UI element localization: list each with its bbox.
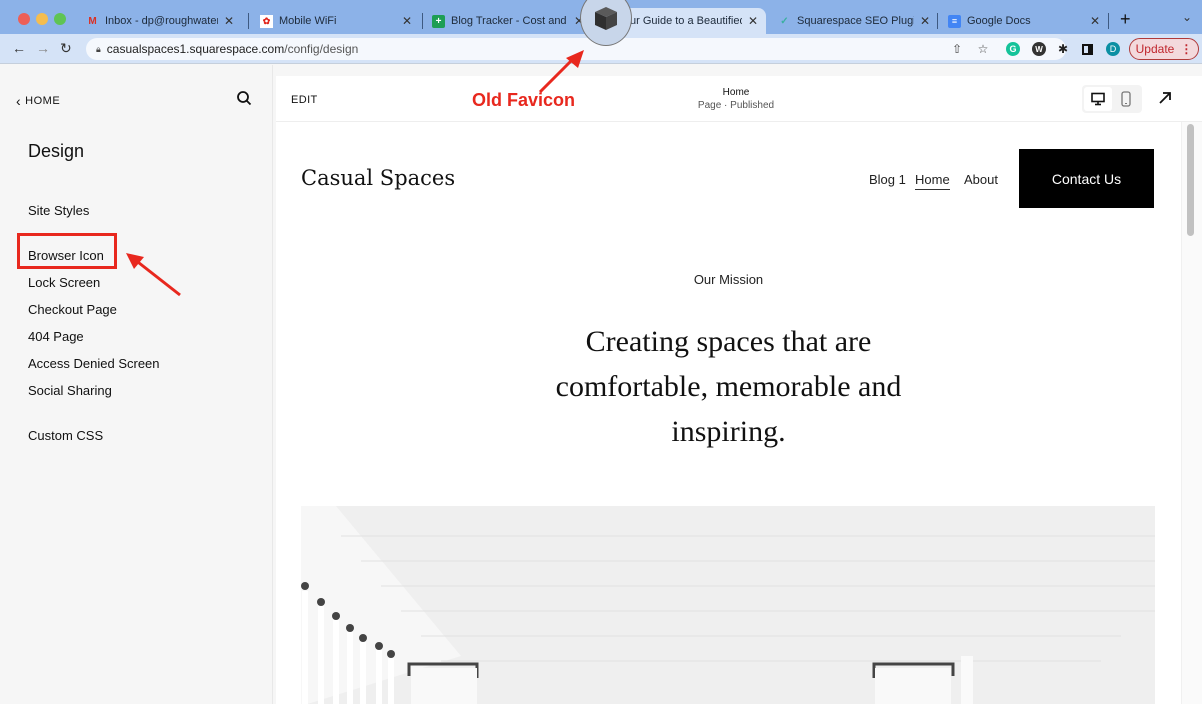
nav-link-blog[interactable]: Blog 1: [869, 172, 906, 187]
tab-separator: [248, 13, 249, 29]
scrollbar-thumb[interactable]: [1187, 124, 1194, 236]
tab-google-docs[interactable]: ≡ Google Docs ✕: [940, 8, 1108, 34]
share-icon[interactable]: ⇧: [950, 42, 964, 56]
desktop-monitor-icon: [1091, 92, 1105, 106]
bookmark-star-icon[interactable]: ☆: [976, 42, 990, 56]
preview-header: EDIT Home Page · Published: [276, 76, 1202, 122]
tab-search-chevron-icon[interactable]: ⌄: [1182, 10, 1192, 24]
mission-headline: Creating spaces that are comfortable, me…: [555, 325, 902, 448]
grammarly-extension-icon[interactable]: G: [1006, 42, 1020, 56]
hero-room-photo: [301, 506, 1155, 704]
cube-favicon-icon: [595, 7, 617, 30]
preview-scrollbar[interactable]: [1181, 122, 1202, 704]
google-sheets-icon: +: [432, 14, 445, 28]
tab-separator: [1108, 13, 1109, 29]
huawei-icon: ✿: [260, 14, 273, 28]
device-toggle: [1082, 85, 1142, 113]
forward-arrow-icon[interactable]: →: [36, 40, 50, 56]
maximize-window-button[interactable]: [54, 13, 66, 25]
close-tab-icon[interactable]: ✕: [920, 14, 930, 28]
sidebar-item-site-styles[interactable]: Site Styles: [28, 203, 89, 218]
contact-us-button[interactable]: Contact Us: [1019, 149, 1154, 208]
checkmark-icon: ✓: [780, 15, 789, 27]
mobile-phone-icon: [1121, 91, 1131, 107]
tab-separator: [937, 13, 938, 29]
tab-blog-tracker[interactable]: + Blog Tracker - Cost and Tim ✕: [424, 8, 592, 34]
update-button[interactable]: Update ⋮: [1129, 38, 1199, 60]
reload-icon[interactable]: ↻: [60, 40, 72, 57]
annotation-highlight-box: [17, 233, 117, 269]
sidebar-item-lock-screen[interactable]: Lock Screen: [28, 275, 100, 290]
page-name: Home: [722, 87, 750, 98]
profile-avatar[interactable]: D: [1106, 42, 1120, 56]
sidebar-item-404-page[interactable]: 404 Page: [28, 329, 84, 344]
expand-arrow-icon[interactable]: [1156, 89, 1174, 107]
minimize-window-button[interactable]: [36, 13, 48, 25]
tab-seo-plugin[interactable]: ✓ Squarespace SEO Plugin | ✕: [770, 8, 938, 34]
lock-icon: 🔒︎: [96, 43, 101, 54]
edit-button[interactable]: EDIT: [291, 94, 318, 106]
close-window-button[interactable]: [18, 13, 30, 25]
search-icon[interactable]: [236, 90, 252, 106]
old-favicon-annotation: Old Favicon: [472, 90, 576, 110]
close-tab-icon[interactable]: ✕: [224, 14, 234, 28]
new-tab-button[interactable]: +: [1120, 9, 1131, 30]
sidebar-title: Design: [28, 141, 85, 161]
annotation-arrow-icon: [538, 50, 584, 94]
sidebar-item-social-sharing[interactable]: Social Sharing: [28, 383, 112, 398]
mobile-view-button[interactable]: [1112, 87, 1140, 111]
sidebar-item-access-denied[interactable]: Access Denied Screen: [28, 356, 160, 371]
gmail-icon: M: [88, 15, 97, 27]
site-page: Casual Spaces Blog 1 Home About Contact …: [276, 122, 1181, 704]
back-arrow-icon[interactable]: ←: [12, 40, 26, 56]
site-logo[interactable]: Casual Spaces: [301, 166, 455, 190]
close-tab-icon[interactable]: ✕: [402, 14, 412, 28]
tab-inbox[interactable]: M Inbox - dp@roughwaterme ✕: [78, 8, 242, 34]
extensions-puzzle-icon[interactable]: ✱: [1056, 42, 1070, 56]
chevron-left-icon: ‹: [16, 93, 22, 109]
close-tab-icon[interactable]: ✕: [748, 14, 758, 28]
close-tab-icon[interactable]: ✕: [1090, 14, 1100, 28]
side-panel-icon[interactable]: [1080, 42, 1094, 56]
google-docs-icon: ≡: [948, 14, 961, 28]
site-preview-frame: EDIT Home Page · Published Casual Spaces…: [276, 76, 1202, 704]
tab-mobile-wifi[interactable]: ✿ Mobile WiFi ✕: [252, 8, 420, 34]
hero-image: [301, 506, 1155, 704]
sidebar-item-checkout-page[interactable]: Checkout Page: [28, 302, 117, 317]
desktop-view-button[interactable]: [1084, 87, 1112, 111]
design-sidebar: ‹ HOME Design Site Styles Browser Icon L…: [0, 65, 273, 704]
annotation-arrow-icon: [126, 253, 181, 297]
more-menu-icon[interactable]: ⋮: [1180, 42, 1192, 56]
url-host: casualspaces1.squarespace.com: [106, 42, 285, 56]
sidebar-item-custom-css[interactable]: Custom CSS: [28, 428, 103, 443]
tab-separator: [422, 13, 423, 29]
nav-link-home[interactable]: Home: [915, 172, 950, 190]
nav-link-about[interactable]: About: [964, 172, 998, 187]
page-status: Page · Published: [697, 100, 775, 111]
wordpress-extension-icon[interactable]: W: [1032, 42, 1046, 56]
back-home-link[interactable]: ‹ HOME: [16, 93, 60, 109]
section-eyebrow: Our Mission: [693, 272, 764, 287]
url-path: /config/design: [284, 42, 359, 56]
